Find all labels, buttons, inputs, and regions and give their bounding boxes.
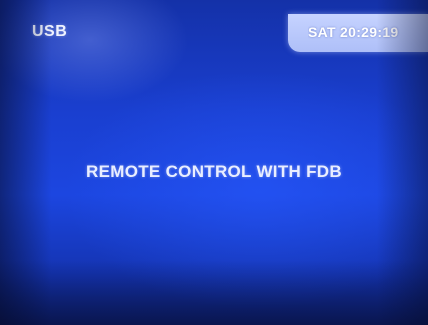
source-label: USB [32, 23, 68, 40]
status-message: REMOTE CONTROL WITH FDB [86, 162, 342, 181]
status-bar: USB SAT 20:29:19 [0, 0, 428, 52]
display-screen: USB SAT 20:29:19 REMOTE CONTROL WITH FDB [0, 0, 428, 325]
day-time-display: SAT 20:29:19 [308, 24, 399, 40]
